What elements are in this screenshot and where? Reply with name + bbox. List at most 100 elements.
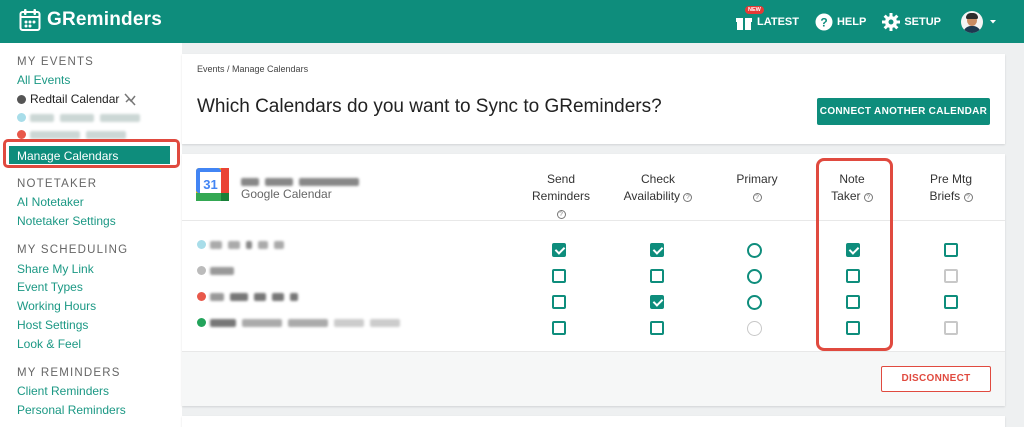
sidebar-item-client-reminders[interactable]: Client Reminders xyxy=(17,384,109,398)
new-badge: NEW xyxy=(745,6,764,14)
pre-mtg-briefs-checkbox[interactable] xyxy=(944,243,958,257)
sidebar-item-working-hours[interactable]: Working Hours xyxy=(17,299,96,313)
caret-down-icon xyxy=(990,19,996,23)
sidebar-item-event-types[interactable]: Event Types xyxy=(17,280,83,294)
calendar-row-name xyxy=(197,266,240,275)
my-events-heading: MY EVENTS xyxy=(17,56,95,68)
check-availability-checkbox[interactable] xyxy=(650,269,664,283)
send-reminders-checkbox[interactable] xyxy=(552,321,566,335)
redtail-calendar-label: Redtail Calendar xyxy=(30,92,120,106)
sidebar: MY EVENTS All Events Redtail Calendar Ma… xyxy=(0,43,182,427)
calendar-color-dot xyxy=(17,130,26,139)
help-link[interactable]: ? HELP xyxy=(815,13,866,31)
app-logo[interactable]: GReminders xyxy=(19,8,162,32)
calendar-card: 31 Google Calendar Send Reminders ? Chec… xyxy=(182,154,1005,406)
redacted-text xyxy=(210,240,222,249)
sidebar-item-calendar[interactable] xyxy=(17,113,146,122)
calendar-color-dot xyxy=(197,266,206,275)
disconnect-button[interactable]: DISCONNECT xyxy=(881,366,991,392)
primary-radio xyxy=(747,321,762,336)
primary-radio[interactable] xyxy=(747,243,762,258)
calendar-row-name xyxy=(197,318,406,327)
gift-icon xyxy=(736,18,752,30)
sidebar-item-share-my-link[interactable]: Share My Link xyxy=(17,262,94,276)
help-circle-icon[interactable]: ? xyxy=(752,193,762,202)
sidebar-item-personal-reminders[interactable]: Personal Reminders xyxy=(17,403,126,417)
col-primary: Primary ? xyxy=(736,172,778,202)
sidebar-item-ai-notetaker[interactable]: AI Notetaker xyxy=(17,195,84,209)
primary-radio[interactable] xyxy=(747,269,762,284)
setup-label: SETUP xyxy=(904,15,941,28)
sidebar-item-calendar[interactable] xyxy=(17,130,132,139)
notetaker-heading: NOTETAKER xyxy=(17,178,98,190)
redacted-text xyxy=(228,240,240,249)
sidebar-item-all-events[interactable]: All Events xyxy=(17,73,70,87)
redacted-text xyxy=(230,292,248,301)
avatar xyxy=(961,10,983,33)
note-taker-checkbox[interactable] xyxy=(846,269,860,283)
sync-off-icon xyxy=(124,92,136,106)
note-taker-checkbox[interactable] xyxy=(846,243,860,257)
sidebar-item-redtail-calendar[interactable]: Redtail Calendar xyxy=(17,92,137,106)
my-scheduling-heading: MY SCHEDULING xyxy=(17,244,129,256)
help-circle-icon[interactable]: ? xyxy=(863,193,873,202)
help-circle-icon[interactable]: ? xyxy=(963,193,973,202)
sidebar-item-notetaker-settings[interactable]: Notetaker Settings xyxy=(17,214,116,228)
sidebar-item-manage-calendars[interactable]: Manage Calendars xyxy=(9,146,170,164)
redacted-text xyxy=(290,292,298,301)
next-card xyxy=(182,416,1005,427)
user-menu[interactable] xyxy=(961,10,1002,33)
redacted-text xyxy=(210,292,224,301)
card-footer: DISCONNECT xyxy=(182,351,1005,406)
app-name: GReminders xyxy=(47,9,162,30)
redacted-text xyxy=(265,178,293,186)
help-label: HELP xyxy=(836,15,867,28)
redacted-text xyxy=(241,178,259,186)
redacted-text xyxy=(242,318,282,327)
send-reminders-checkbox[interactable] xyxy=(552,269,566,283)
note-taker-checkbox[interactable] xyxy=(846,321,860,335)
redacted-text xyxy=(246,240,252,249)
connect-another-calendar-button[interactable]: CONNECT ANOTHER CALENDAR xyxy=(817,98,990,125)
redacted-text xyxy=(30,113,54,122)
calendar-logo-icon xyxy=(19,9,41,31)
col-pre-mtg-briefs: Pre Mtg Briefs ? xyxy=(929,172,973,203)
col-send-reminders: Send Reminders ? xyxy=(531,172,591,219)
send-reminders-checkbox[interactable] xyxy=(552,295,566,309)
help-circle-icon[interactable]: ? xyxy=(556,210,566,219)
calendar-color-dot xyxy=(17,94,26,104)
col-check-availability: Check Availability ? xyxy=(618,171,698,205)
latest-link[interactable]: NEW LATEST xyxy=(735,6,799,30)
calendar-row-name xyxy=(197,240,290,249)
setup-link[interactable]: SETUP xyxy=(882,12,941,31)
pre-mtg-briefs-checkbox xyxy=(944,321,958,335)
redacted-text xyxy=(210,266,234,275)
redacted-text xyxy=(272,292,284,301)
redacted-text xyxy=(258,240,268,249)
sidebar-item-look-and-feel[interactable]: Look & Feel xyxy=(17,337,81,351)
primary-radio[interactable] xyxy=(747,295,762,310)
top-nav: NEW LATEST ? HELP SETUP xyxy=(719,0,1002,43)
svg-text:?: ? xyxy=(820,15,827,29)
divider xyxy=(182,220,1005,221)
google-calendar-icon: 31 xyxy=(196,168,229,201)
redacted-text xyxy=(334,318,364,327)
send-reminders-checkbox[interactable] xyxy=(552,243,566,257)
breadcrumb: Events / Manage Calendars xyxy=(197,64,309,74)
top-bar: GReminders NEW LATEST ? HELP SETUP xyxy=(0,0,1024,43)
sidebar-item-host-settings[interactable]: Host Settings xyxy=(17,318,88,332)
note-taker-checkbox[interactable] xyxy=(846,295,860,309)
redacted-text xyxy=(274,240,284,249)
check-availability-checkbox[interactable] xyxy=(650,295,664,309)
redacted-text xyxy=(100,113,140,122)
check-availability-checkbox[interactable] xyxy=(650,321,664,335)
calendar-color-dot xyxy=(197,318,206,327)
check-availability-checkbox[interactable] xyxy=(650,243,664,257)
help-circle-icon[interactable]: ? xyxy=(683,193,693,202)
pre-mtg-briefs-checkbox[interactable] xyxy=(944,295,958,309)
redacted-text xyxy=(210,318,236,327)
pre-mtg-briefs-checkbox xyxy=(944,269,958,283)
redacted-text xyxy=(370,318,400,327)
help-icon: ? xyxy=(815,13,833,30)
calendar-color-dot xyxy=(17,113,26,122)
